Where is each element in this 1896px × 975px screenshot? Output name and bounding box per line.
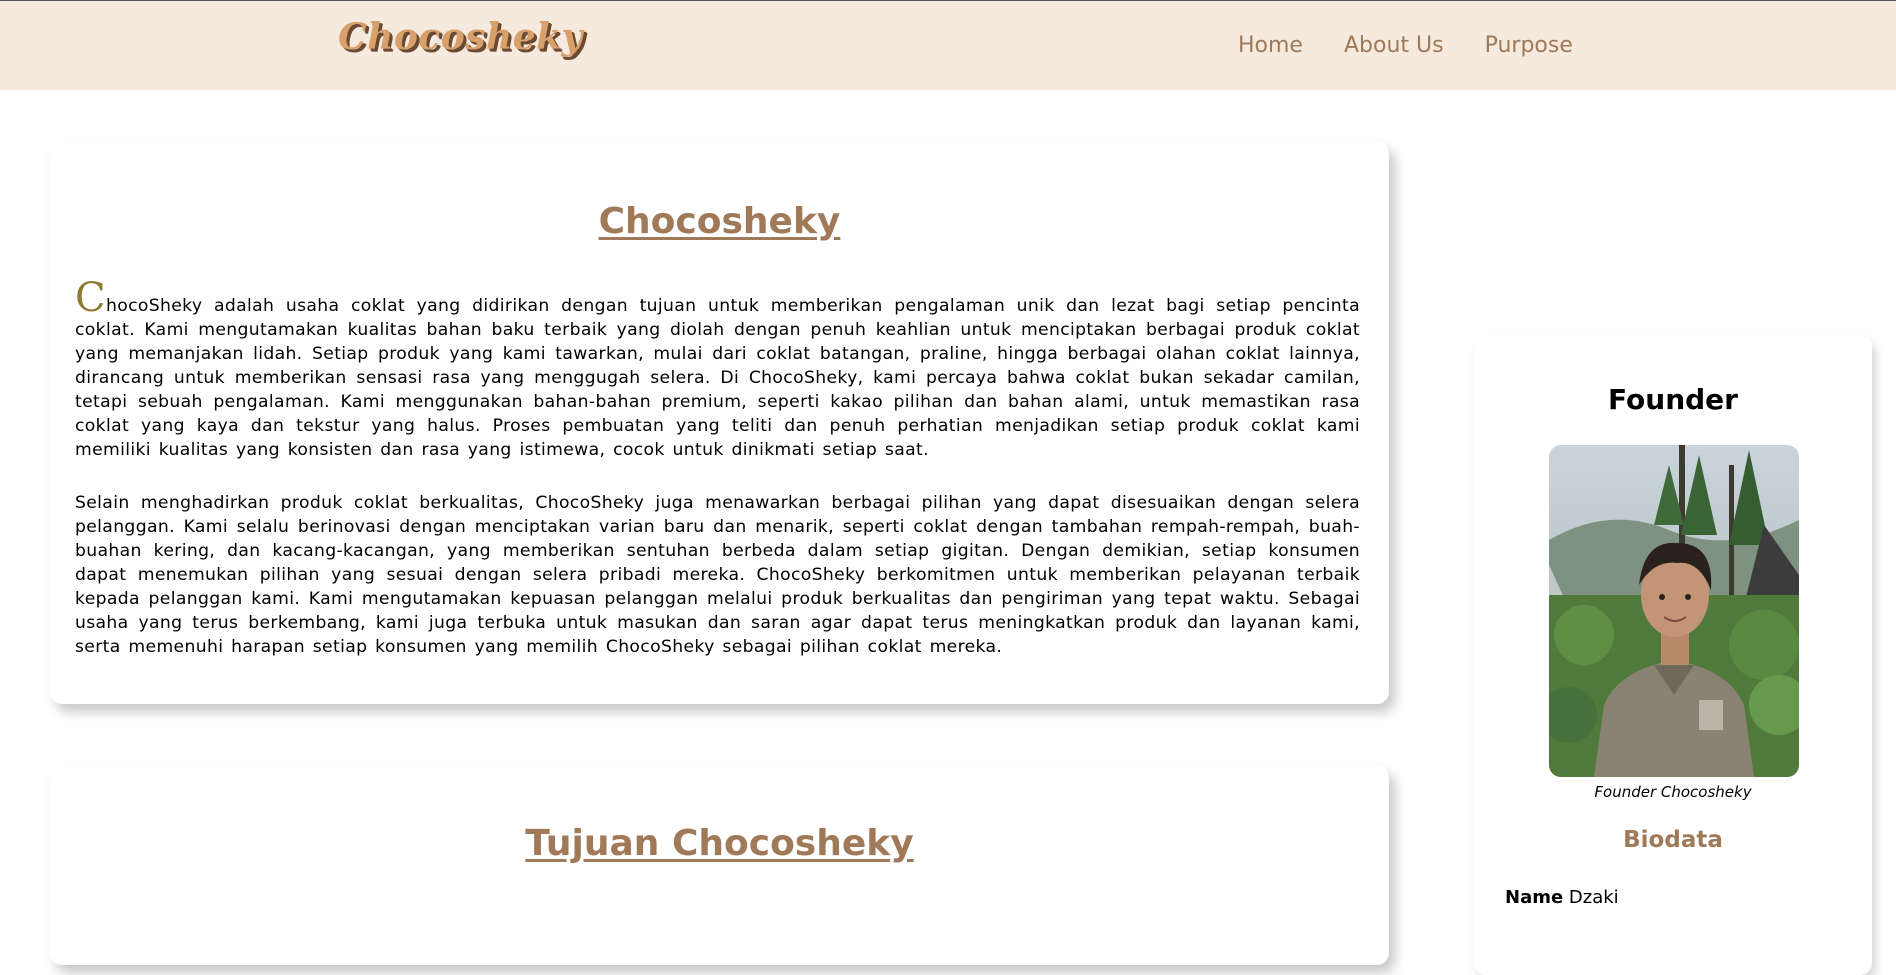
founder-title: Founder — [1608, 383, 1738, 416]
bio-name-value: Dzaki — [1568, 887, 1619, 908]
nav-link-purpose[interactable]: Purpose — [1485, 33, 1573, 58]
purpose-card: Tujuan Chocosheky — [50, 765, 1389, 965]
drop-cap: C — [75, 275, 106, 321]
about-paragraph-1: ChocoSheky adalah usaha coklat yang didi… — [75, 278, 1360, 462]
biodata-heading: Biodata — [1623, 827, 1723, 853]
nav-links: Home About Us Purpose — [1238, 33, 1573, 58]
founder-card: Founder Founder Chocosheky Biodata Name … — [1474, 335, 1872, 975]
purpose-title: Tujuan Chocosheky — [525, 823, 914, 864]
site-logo[interactable]: Chocosheky — [338, 16, 583, 58]
navbar: Chocosheky Home About Us Purpose — [0, 1, 1896, 90]
about-title: Chocosheky — [598, 201, 841, 242]
nav-link-about-us[interactable]: About Us — [1344, 33, 1444, 58]
about-card: Chocosheky ChocoSheky adalah usaha cokla… — [50, 141, 1389, 704]
about-paragraph-2: Selain menghadirkan produk coklat berkua… — [75, 493, 1360, 657]
nav-link-home[interactable]: Home — [1238, 33, 1303, 58]
bio-name-label: Name — [1505, 887, 1564, 908]
about-paragraph-1-text: hocoSheky adalah usaha coklat yang didir… — [75, 296, 1360, 460]
founder-photo — [1549, 445, 1799, 777]
founder-caption: Founder Chocosheky — [1594, 783, 1752, 801]
bio-name-row: Name Dzaki — [1505, 887, 1619, 908]
